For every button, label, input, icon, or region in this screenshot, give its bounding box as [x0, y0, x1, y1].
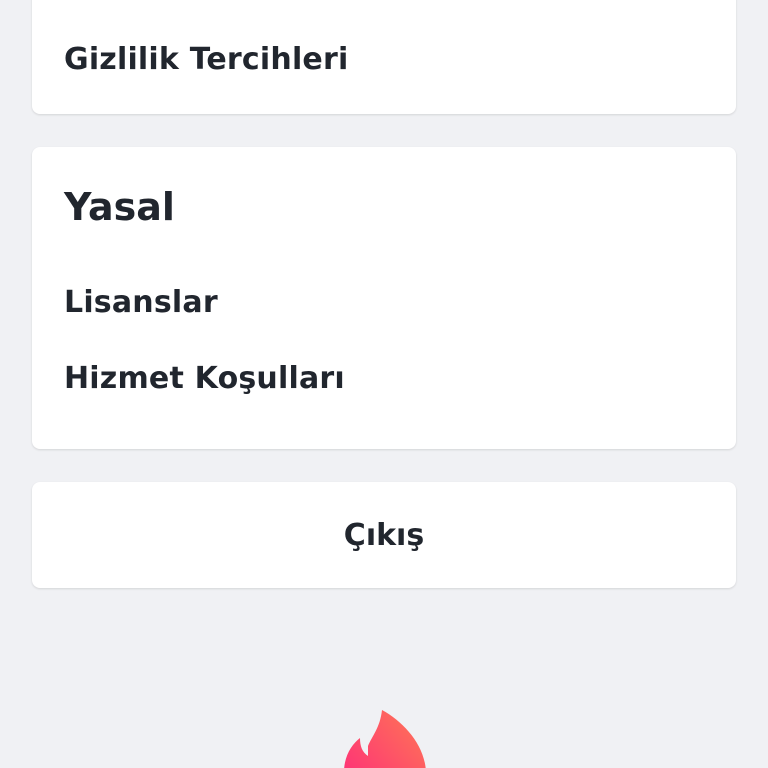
- legal-section-title: Yasal: [64, 185, 175, 229]
- privacy-preferences-item[interactable]: Gizlilik Tercihleri: [64, 42, 348, 77]
- flame-icon: [344, 710, 426, 768]
- terms-of-service-item[interactable]: Hizmet Koşulları: [64, 361, 345, 396]
- legal-card: Yasal Lisanslar Hizmet Koşulları: [32, 147, 736, 449]
- logout-button[interactable]: Çıkış: [32, 482, 736, 588]
- privacy-card: Gizlilik Tercihleri: [32, 0, 736, 114]
- settings-screen: Gizlilik Tercihleri Yasal Lisanslar Hizm…: [0, 0, 768, 768]
- logout-label: Çıkış: [343, 517, 425, 553]
- licenses-item[interactable]: Lisanslar: [64, 285, 218, 320]
